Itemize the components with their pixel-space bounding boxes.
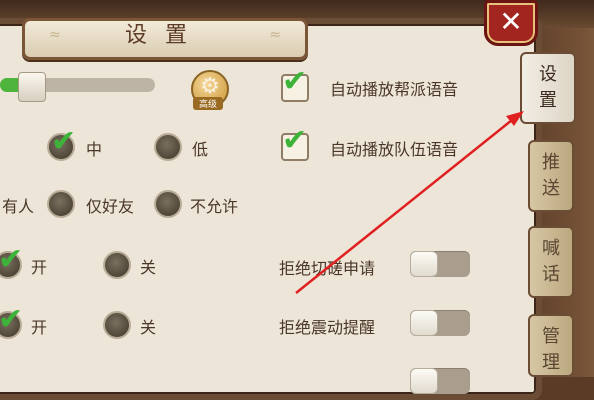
annotation-arrow-icon <box>295 111 524 294</box>
